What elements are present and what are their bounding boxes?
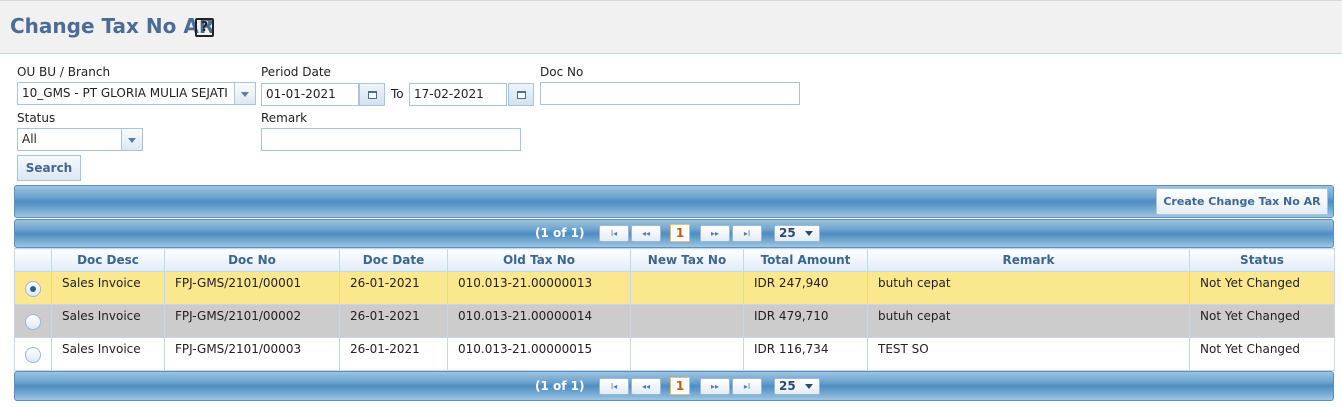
cell-remark: butuh cepat [867, 271, 1190, 305]
column-header[interactable]: Remark [867, 248, 1190, 272]
title-bar: Change Tax No AR ? [0, 0, 1342, 54]
cell-doc-no: FPJ-GMS/2101/00003 [164, 337, 340, 371]
row-radio-selected[interactable] [25, 280, 41, 297]
ou-dropdown-button[interactable] [234, 82, 256, 105]
top-border [0, 0, 1342, 3]
current-page[interactable]: 1 [670, 224, 690, 242]
period-to-calendar-button[interactable] [508, 83, 534, 106]
period-to-input[interactable]: 17-02-2021 [409, 83, 507, 106]
cell-new-tax-no [630, 304, 744, 338]
table-row[interactable]: Sales Invoice FPJ-GMS/2101/00001 26-01-2… [14, 271, 1335, 305]
first-page-button[interactable]: I◂ [599, 378, 629, 395]
column-header[interactable]: Status [1189, 248, 1335, 272]
cell-doc-desc: Sales Invoice [51, 337, 165, 371]
calendar-icon [368, 91, 377, 99]
row-radio[interactable] [25, 313, 41, 330]
cell-doc-date: 26-01-2021 [339, 271, 448, 305]
period-to-label: To [391, 87, 404, 101]
cell-status: Not Yet Changed [1189, 337, 1335, 371]
cell-doc-desc: Sales Invoice [51, 271, 165, 305]
chevron-down-icon [241, 92, 249, 97]
column-header[interactable]: Doc Date [339, 248, 448, 272]
column-header[interactable]: Doc No [164, 248, 340, 272]
table-row[interactable]: Sales Invoice FPJ-GMS/2101/00003 26-01-2… [14, 337, 1335, 371]
period-label: Period Date [261, 65, 331, 79]
next-page-button[interactable]: ▸▸ [700, 378, 730, 395]
status-select[interactable]: All [17, 128, 122, 151]
cell-remark: TEST SO [867, 337, 1190, 371]
last-page-button[interactable]: ▸I [732, 225, 762, 242]
page-size-value: 25 [779, 226, 796, 240]
cell-remark: butuh cepat [867, 304, 1190, 338]
chevron-down-icon [128, 138, 136, 143]
current-page[interactable]: 1 [670, 377, 690, 395]
ou-select[interactable]: 10_GMS - PT GLORIA MULIA SEJATI [17, 82, 235, 105]
period-from-calendar-button[interactable] [359, 83, 385, 106]
grid-toolbar [14, 185, 1334, 218]
prev-page-button[interactable]: ◂◂ [631, 378, 661, 395]
cell-old-tax-no: 010.013-21.00000013 [447, 271, 631, 305]
cell-doc-date: 26-01-2021 [339, 337, 448, 371]
table-row[interactable]: Sales Invoice FPJ-GMS/2101/00002 26-01-2… [14, 304, 1335, 338]
cell-new-tax-no [630, 271, 744, 305]
column-header[interactable]: New Tax No [630, 248, 744, 272]
calendar-icon [517, 91, 526, 99]
cell-doc-desc: Sales Invoice [51, 304, 165, 338]
row-radio[interactable] [25, 346, 41, 363]
grid-header: Doc Desc Doc No Doc Date Old Tax No New … [14, 248, 1335, 272]
page-title: Change Tax No AR [10, 14, 215, 38]
cell-doc-no: FPJ-GMS/2101/00002 [164, 304, 340, 338]
next-page-button[interactable]: ▸▸ [700, 225, 730, 242]
column-header[interactable]: Doc Desc [51, 248, 165, 272]
status-label: Status [17, 111, 56, 125]
last-page-button[interactable]: ▸I [732, 378, 762, 395]
status-dropdown-button[interactable] [121, 128, 143, 151]
pager-info: (1 of 1) [535, 226, 585, 240]
docno-input[interactable] [540, 82, 800, 105]
cell-doc-no: FPJ-GMS/2101/00001 [164, 271, 340, 305]
first-page-button[interactable]: I◂ [599, 225, 629, 242]
cell-doc-date: 26-01-2021 [339, 304, 448, 338]
prev-page-button[interactable]: ◂◂ [631, 225, 661, 242]
cell-status: Not Yet Changed [1189, 271, 1335, 305]
cell-new-tax-no [630, 337, 744, 371]
cell-status: Not Yet Changed [1189, 304, 1335, 338]
chevron-down-icon [805, 384, 813, 389]
page-size-value: 25 [779, 379, 796, 393]
column-header[interactable]: Total Amount [743, 248, 868, 272]
period-from-input[interactable]: 01-01-2021 [261, 83, 359, 106]
cell-total-amount: IDR 116,734 [743, 337, 868, 371]
pager-info: (1 of 1) [535, 379, 585, 393]
tax-grid: Doc Desc Doc No Doc Date Old Tax No New … [14, 248, 1335, 371]
help-icon[interactable]: ? [195, 18, 214, 37]
remark-input[interactable] [261, 128, 521, 151]
create-change-tax-button[interactable]: Create Change Tax No AR [1156, 188, 1328, 215]
ou-label: OU BU / Branch [17, 65, 111, 79]
cell-old-tax-no: 010.013-21.00000015 [447, 337, 631, 371]
column-header[interactable]: Old Tax No [447, 248, 631, 272]
docno-label: Doc No [540, 65, 584, 79]
cell-total-amount: IDR 247,940 [743, 271, 868, 305]
page-size-select[interactable]: 25 [774, 225, 820, 242]
search-button[interactable]: Search [17, 155, 81, 181]
remark-label: Remark [261, 111, 308, 125]
select-column-header [14, 248, 52, 272]
cell-old-tax-no: 010.013-21.00000014 [447, 304, 631, 338]
page-size-select[interactable]: 25 [774, 378, 820, 395]
cell-total-amount: IDR 479,710 [743, 304, 868, 338]
chevron-down-icon [805, 231, 813, 236]
